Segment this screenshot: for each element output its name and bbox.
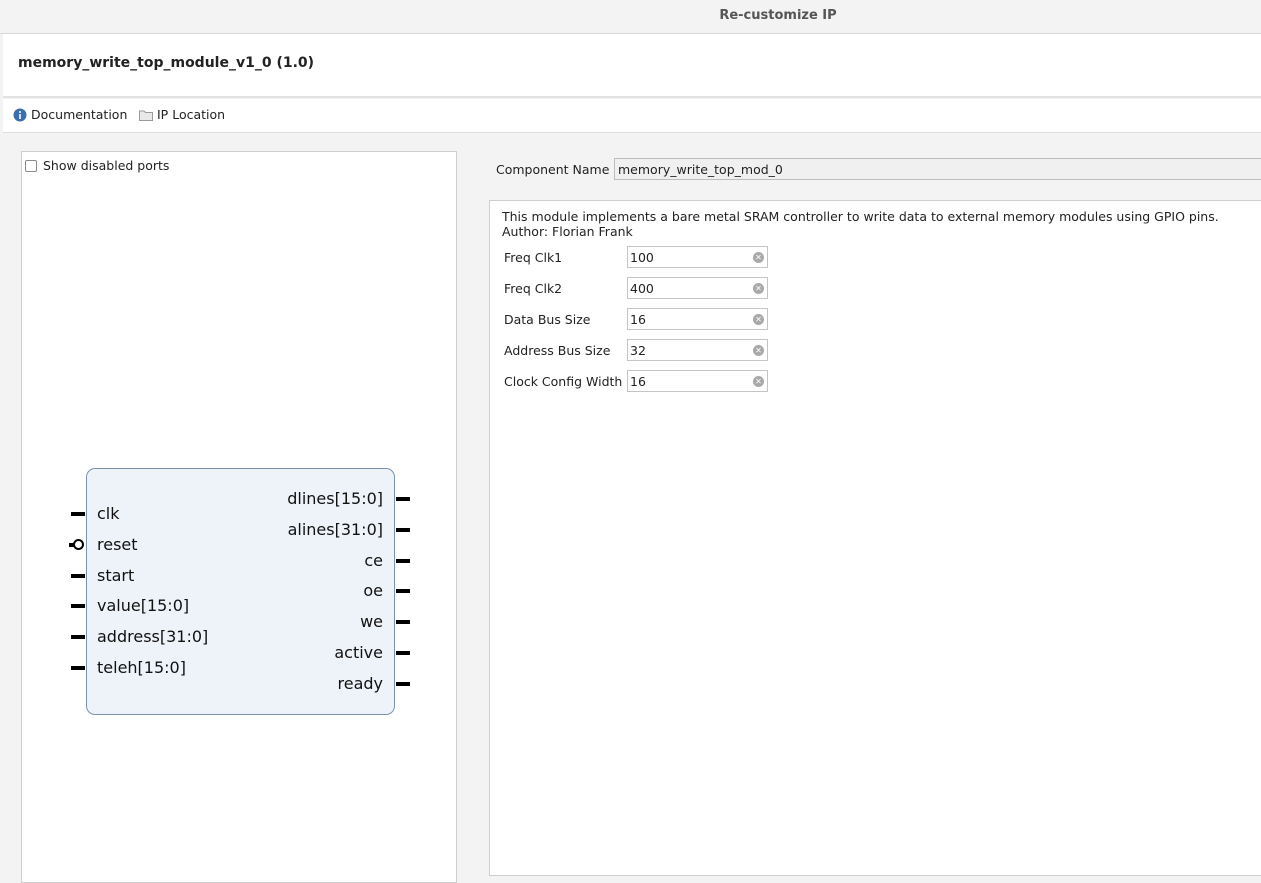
show-disabled-ports-checkbox[interactable]	[25, 159, 37, 172]
parameter-input[interactable]: 16 ✕	[627, 370, 768, 392]
parameter-row: Clock Config Width 16 ✕	[504, 370, 768, 392]
output-port-label: active	[334, 643, 383, 662]
component-name-label: Component Name	[496, 162, 610, 177]
output-port-label: dlines[15:0]	[287, 489, 383, 508]
ip-header: memory_write_top_module_v1_0 (1.0)	[3, 34, 1261, 98]
parameter-label: Clock Config Width	[504, 373, 623, 389]
parameter-label: Freq Clk1	[504, 249, 563, 265]
output-pin	[396, 558, 410, 563]
parameters-panel: This module implements a bare metal SRAM…	[489, 200, 1261, 876]
parameter-label: Address Bus Size	[504, 342, 611, 358]
output-pin	[396, 497, 410, 501]
input-pin	[71, 573, 85, 578]
component-name-field[interactable]: memory_write_top_mod_0	[614, 158, 1261, 180]
ip-location-label: IP Location	[157, 107, 226, 122]
input-pin	[71, 635, 85, 640]
input-port-label: reset	[97, 534, 138, 554]
ip-symbol-block: clk reset start value[15:0] address[31:0] tel…	[69, 468, 410, 715]
documentation-link[interactable]: Documentation	[13, 107, 127, 122]
output-pin	[396, 651, 410, 655]
parameter-input[interactable]: 100 ✕	[627, 246, 768, 268]
parameter-row: Freq Clk1 100 ✕	[504, 246, 768, 268]
parameter-row: Data Bus Size 16 ✕	[504, 308, 768, 330]
window-title: Re-customize IP	[719, 8, 837, 23]
clear-icon[interactable]: ✕	[753, 376, 764, 387]
output-port-label: oe	[363, 581, 383, 601]
description-text: This module implements a bare metal SRAM…	[502, 209, 1219, 224]
output-port-label: ce	[364, 550, 383, 570]
clear-icon[interactable]: ✕	[753, 345, 764, 356]
output-pin	[396, 681, 410, 686]
output-pin	[396, 620, 410, 625]
output-port-label: alines[31:0]	[287, 519, 383, 539]
output-pin	[396, 589, 410, 594]
parameter-input[interactable]: 16 ✕	[627, 308, 768, 330]
parameter-input[interactable]: 32 ✕	[627, 339, 768, 361]
input-port-label: clk	[97, 504, 120, 523]
input-pin	[71, 512, 85, 516]
output-pin	[396, 527, 410, 532]
output-port-label: we	[360, 612, 383, 632]
parameter-label: Data Bus Size	[504, 311, 591, 327]
input-pin	[71, 666, 85, 670]
show-disabled-ports-label: Show disabled ports	[43, 158, 170, 173]
symbol-panel: Show disabled ports clk reset start value[1…	[21, 151, 457, 883]
inverted-pin-bubble	[73, 539, 84, 551]
clear-icon[interactable]: ✕	[753, 314, 764, 325]
folder-icon	[139, 109, 153, 121]
parameter-input[interactable]: 400 ✕	[627, 277, 768, 299]
input-port-label: start	[97, 565, 135, 585]
module-name: memory_write_top_module_v1_0 (1.0)	[18, 55, 315, 71]
links-bar: Documentation IP Location	[3, 99, 1261, 133]
ip-location-link[interactable]: IP Location	[139, 107, 225, 122]
input-port-label: value[15:0]	[97, 596, 190, 616]
parameter-label: Freq Clk2	[504, 280, 563, 296]
show-disabled-ports-toggle[interactable]: Show disabled ports	[25, 158, 169, 173]
documentation-label: Documentation	[31, 107, 128, 122]
input-pin	[71, 604, 85, 609]
title-bar: Re-customize IP	[0, 0, 1261, 34]
clear-icon[interactable]: ✕	[753, 252, 764, 263]
info-icon	[13, 108, 27, 122]
ip-description: This module implements a bare metal SRAM…	[502, 209, 1219, 239]
clear-icon[interactable]: ✕	[753, 283, 764, 294]
input-port-label: teleh[15:0]	[97, 658, 186, 677]
description-author: Author: Florian Frank	[502, 224, 633, 239]
output-port-label: ready	[337, 673, 384, 693]
parameter-row: Address Bus Size 32 ✕	[504, 339, 768, 361]
input-port-label: address[31:0]	[97, 627, 209, 647]
parameter-row: Freq Clk2 400 ✕	[504, 277, 768, 299]
